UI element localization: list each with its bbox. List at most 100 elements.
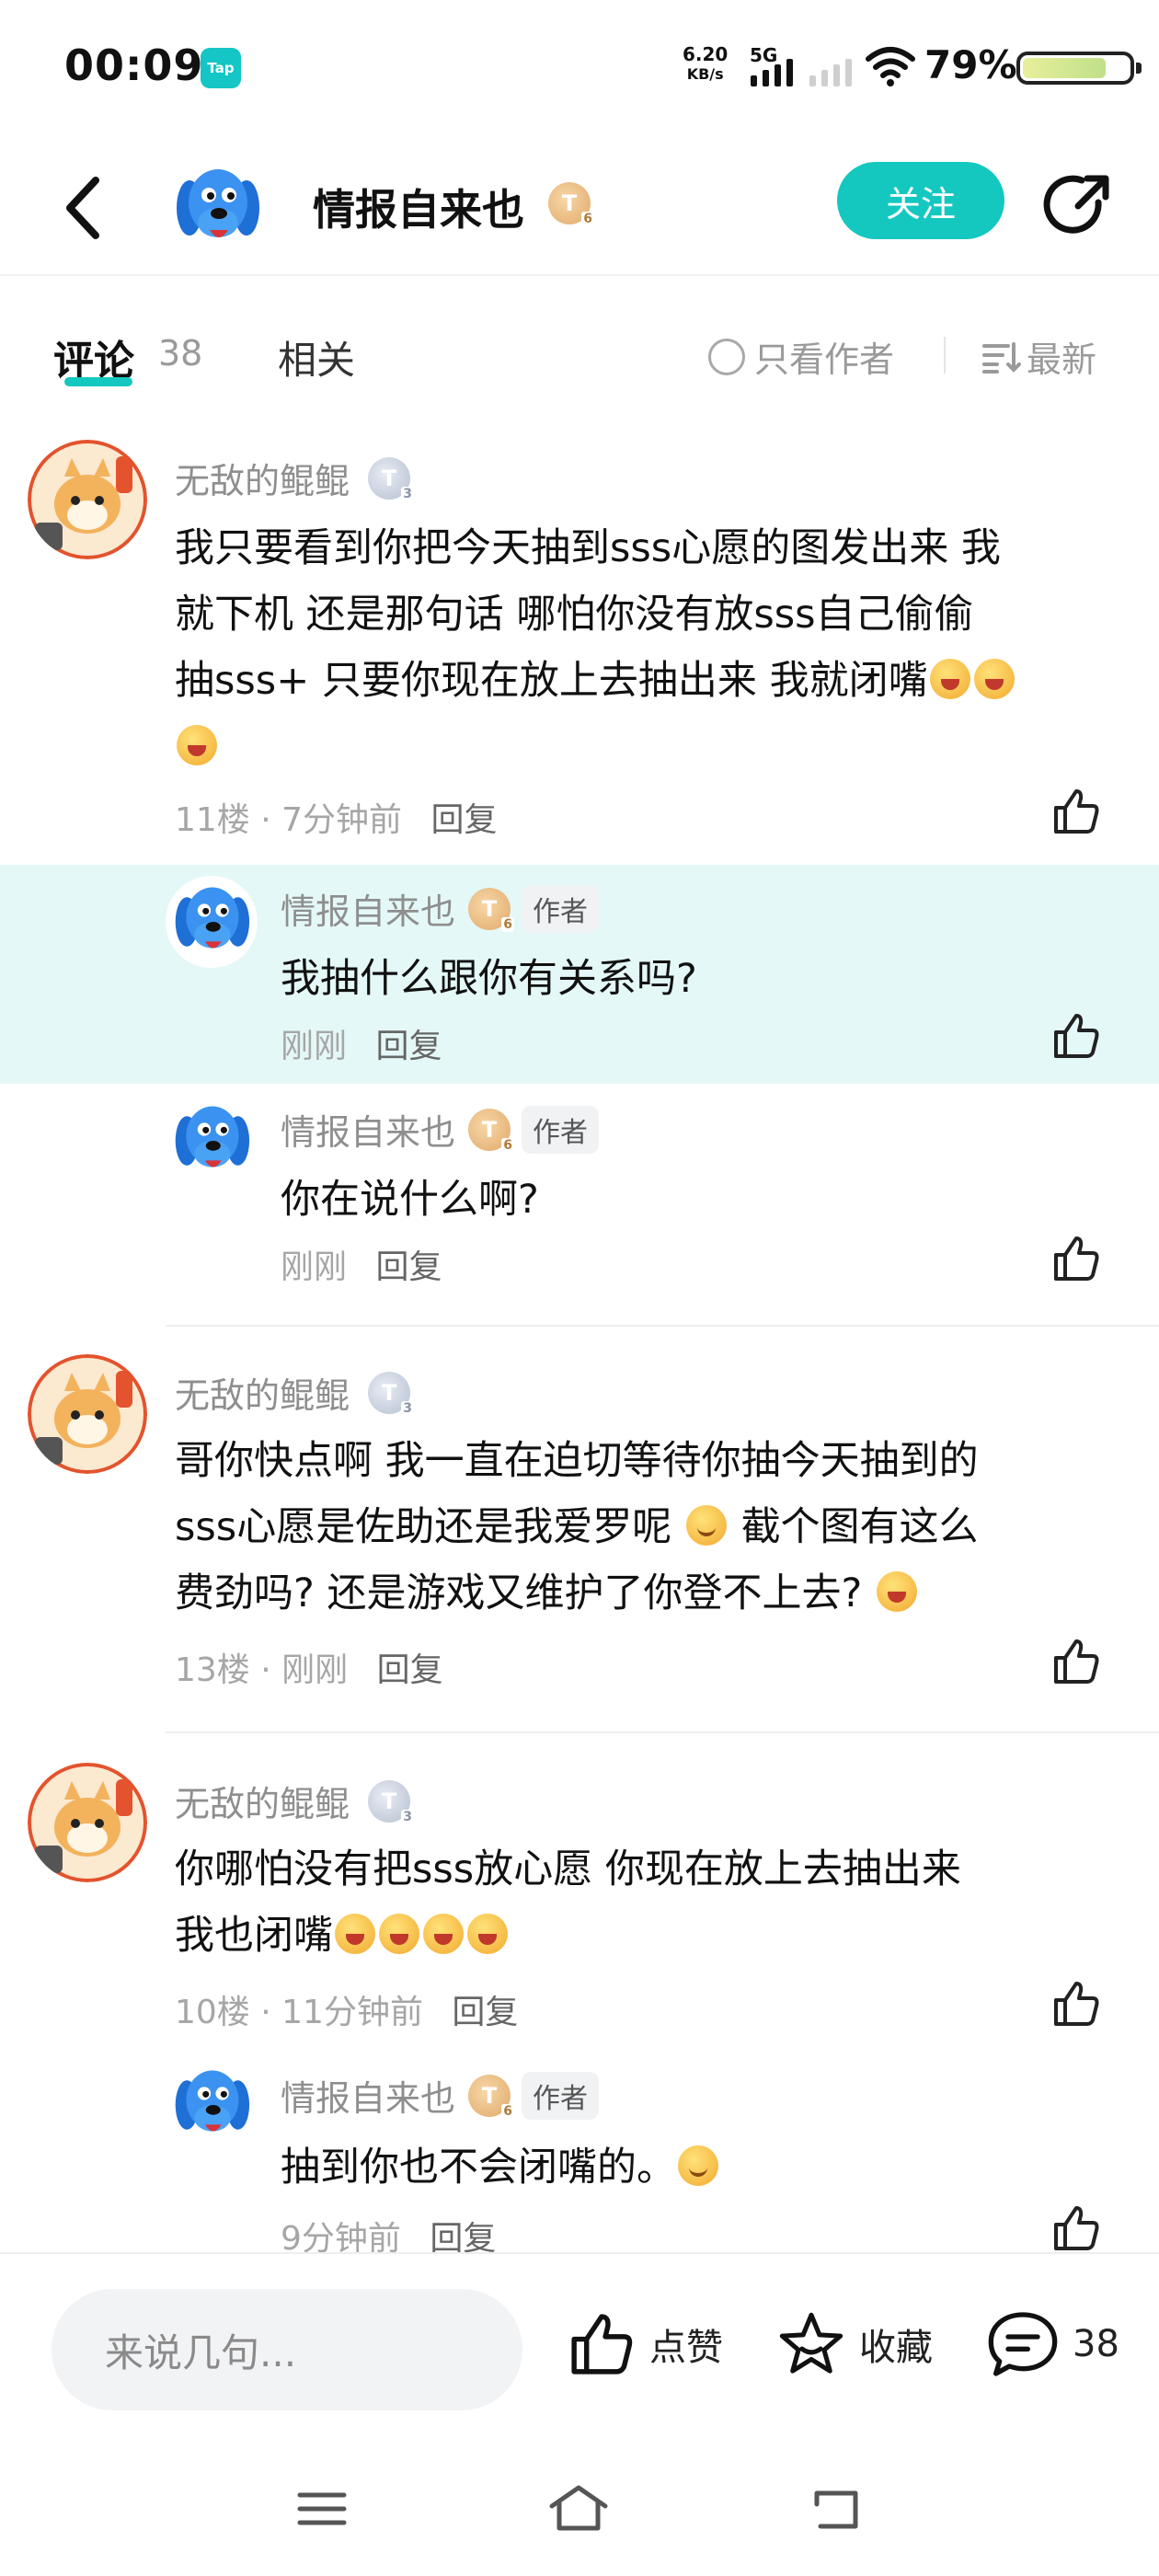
comment-text: 你哪怕没有把sss放心愿 你现在放上去抽出来 我也闭嘴 xyxy=(175,1846,961,1959)
level-badge: T6 xyxy=(468,1108,515,1153)
reply-time: 刚刚 xyxy=(281,1248,348,1286)
sort-button[interactable]: 最新 xyxy=(981,331,1096,382)
reply-button[interactable]: 回复 xyxy=(452,1994,518,2031)
thumbs-up-icon[interactable] xyxy=(1050,1978,1102,2030)
battery-percent: 79% xyxy=(924,42,1017,87)
comment-time: 7分钟前 xyxy=(281,801,403,839)
reply-button[interactable]: 回复 xyxy=(375,1028,442,1065)
commenter-avatar[interactable] xyxy=(28,440,147,559)
status-bar: 00:09 Tap 6.20 KB/s 5G 79% xyxy=(0,0,1159,138)
tab-active-indicator xyxy=(64,377,132,386)
author-avatar[interactable] xyxy=(166,156,269,259)
thumbs-up-icon[interactable] xyxy=(1050,2202,1102,2254)
like-button[interactable]: 点赞 xyxy=(567,2309,723,2379)
author-tag: 作者 xyxy=(522,1105,600,1154)
network-speed-unit: KB/s xyxy=(686,65,724,83)
status-time: 00:09 xyxy=(64,40,204,90)
menu-icon[interactable] xyxy=(294,2486,350,2532)
floor-number: 11楼 xyxy=(175,801,250,839)
laughing-emoji-icon xyxy=(335,1914,375,1954)
comment-divider xyxy=(166,1325,1159,1327)
collect-button[interactable]: 收藏 xyxy=(776,2309,933,2379)
tabs-divider xyxy=(944,337,946,374)
reply-meta: 刚刚 回复 xyxy=(281,1019,442,1067)
comment-item: 无敌的鲲鲲 T3 你哪怕没有把sss放心愿 你现在放上去抽出来 我也闭嘴 10楼… xyxy=(0,1748,1159,2258)
laughing-emoji-icon xyxy=(973,659,1015,699)
reply-text: 你在说什么啊? xyxy=(281,1177,539,1223)
level-badge: T6 xyxy=(468,2074,515,2119)
author-only-label: 只看作者 xyxy=(754,339,895,380)
reply-avatar[interactable] xyxy=(166,876,258,968)
network-speed: 6.20 KB/s xyxy=(683,44,728,85)
radio-icon[interactable] xyxy=(708,338,745,375)
reply-user[interactable]: 情报自来也 T6 作者 xyxy=(281,2070,600,2121)
thumbs-up-icon[interactable] xyxy=(1050,1010,1102,1062)
wifi-icon xyxy=(866,47,915,86)
tab-related[interactable]: 相关 xyxy=(278,329,355,385)
reply-avatar[interactable] xyxy=(166,2059,258,2151)
reply-avatar[interactable] xyxy=(166,1095,258,1187)
sort-label: 最新 xyxy=(1027,339,1097,380)
battery-icon xyxy=(1016,52,1142,85)
post-header: 情报自来也 T6 关注 xyxy=(0,138,1159,276)
laughing-emoji-icon xyxy=(423,1914,464,1954)
thumbs-up-icon[interactable] xyxy=(1050,1636,1102,1687)
commenter-avatar[interactable] xyxy=(28,1354,147,1474)
reply-text: 抽到你也不会闭嘴的。 xyxy=(281,2134,720,2201)
floor-number: 10楼 xyxy=(175,1994,250,2031)
level-badge: T6 xyxy=(468,887,515,932)
reply-button[interactable]: 回复 xyxy=(375,1248,442,1286)
bottom-action-bar: 来说几句... 点赞 收藏 38 xyxy=(0,2252,1159,2445)
author-name[interactable]: 情报自来也 xyxy=(313,177,524,237)
share-icon[interactable] xyxy=(1041,169,1115,243)
comments-button[interactable]: 38 xyxy=(986,2309,1119,2379)
star-icon xyxy=(779,2312,843,2374)
laughing-emoji-icon xyxy=(877,1571,917,1612)
laughing-emoji-icon xyxy=(929,659,970,699)
smirk-emoji-icon xyxy=(685,1505,727,1546)
commenter-name[interactable]: 无敌的鲲鲲 T3 xyxy=(175,1367,415,1418)
reply-text: 我抽什么跟你有关系吗? xyxy=(281,956,697,1002)
floor-number: 13楼 xyxy=(175,1651,250,1689)
thumbs-up-icon[interactable] xyxy=(1050,1233,1102,1284)
network-speed-value: 6.20 xyxy=(683,43,729,65)
thumbs-up-icon[interactable] xyxy=(1050,786,1102,837)
commenter-name[interactable]: 无敌的鲲鲲 T3 xyxy=(175,453,415,503)
level-badge: T6 xyxy=(548,182,594,226)
taptap-app-icon: Tap xyxy=(201,48,241,88)
comment-bubble-icon xyxy=(988,2312,1058,2376)
level-badge: T3 xyxy=(368,1779,415,1824)
sort-list-icon xyxy=(982,341,1021,374)
level-badge: T3 xyxy=(368,456,415,501)
comment-time: 刚刚 xyxy=(281,1651,349,1689)
commenter-name[interactable]: 无敌的鲲鲲 T3 xyxy=(175,1776,415,1826)
comment-count: 38 xyxy=(1073,2323,1119,2365)
author-only-toggle[interactable]: 只看作者 xyxy=(708,331,894,382)
reply-meta: 刚刚 回复 xyxy=(281,1240,442,1288)
cell-signal-icon xyxy=(751,53,793,86)
author-tag: 作者 xyxy=(522,2071,600,2120)
comment-text: 我只要看到你把今天抽到sss心愿的图发出来 我 就下机 还是那句话 哪怕你没有放… xyxy=(175,515,1122,780)
commenter-avatar[interactable] xyxy=(28,1763,147,1882)
reply-user[interactable]: 情报自来也 T6 作者 xyxy=(281,883,600,934)
like-label: 点赞 xyxy=(649,2327,723,2369)
comment-tabs: 评论 38 相关 只看作者 最新 xyxy=(0,304,1159,405)
follow-button[interactable]: 关注 xyxy=(837,162,1004,239)
tab-comments-count: 38 xyxy=(158,333,203,374)
back-arrow-icon[interactable] xyxy=(57,171,112,245)
reply-item: 情报自来也 T6 作者 我抽什么跟你有关系吗? 刚刚 回复 xyxy=(0,865,1159,1084)
comment-input[interactable]: 来说几句... xyxy=(52,2289,522,2410)
reply-button[interactable]: 回复 xyxy=(431,801,498,839)
comment-item: 无敌的鲲鲲 T3 我只要看到你把今天抽到sss心愿的图发出来 我 就下机 还是那… xyxy=(0,432,1159,865)
system-navigation-bar xyxy=(0,2445,1159,2576)
comment-meta: 10楼 · 11分钟前 回复 xyxy=(175,1994,519,2031)
laughing-emoji-icon xyxy=(177,725,217,765)
home-icon[interactable] xyxy=(546,2482,611,2534)
level-badge: T3 xyxy=(368,1371,415,1416)
cell-signal-2-icon xyxy=(809,53,852,86)
nav-back-icon[interactable] xyxy=(809,2484,865,2536)
reply-user[interactable]: 情报自来也 T6 作者 xyxy=(281,1104,600,1155)
battery-fill xyxy=(1023,58,1106,78)
reply-item: 情报自来也 T6 作者 你在说什么啊? 刚刚 回复 xyxy=(0,1084,1159,1323)
reply-button[interactable]: 回复 xyxy=(377,1651,443,1689)
